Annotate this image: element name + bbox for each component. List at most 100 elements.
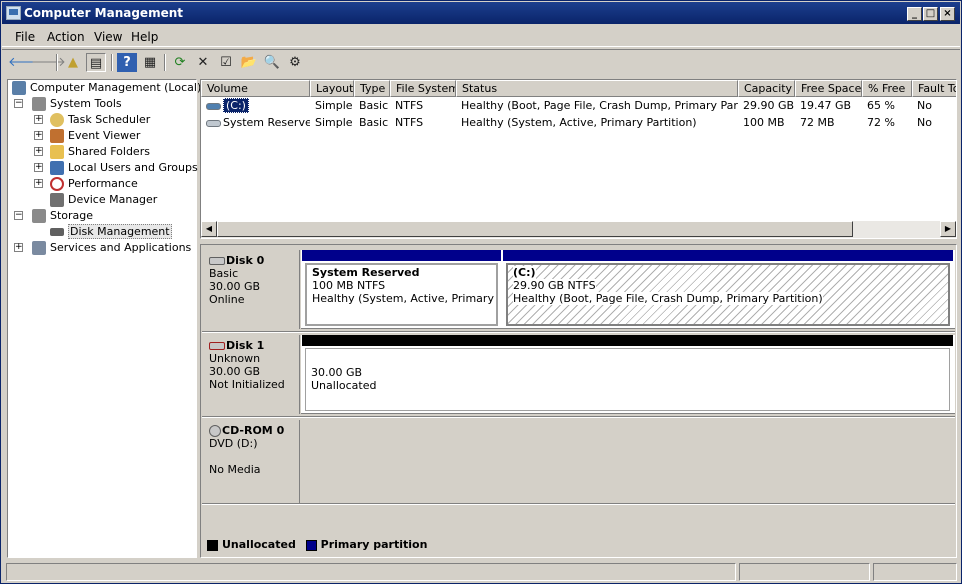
- settings-icon[interactable]: ⚙: [285, 53, 305, 72]
- back-arrow-icon[interactable]: 🡐: [8, 53, 43, 72]
- disk-icon: [209, 257, 225, 265]
- volume-name: (C:): [223, 98, 249, 113]
- menu-bar: File Action View Help: [2, 27, 960, 47]
- partition-unallocated[interactable]: 30.00 GB Unallocated: [302, 335, 953, 413]
- disk-label[interactable]: CD-ROM 0 DVD (D:) No Media: [202, 420, 300, 504]
- expand-icon[interactable]: +: [34, 147, 43, 156]
- open-icon[interactable]: 📂: [239, 53, 259, 72]
- storage-icon: [32, 209, 46, 223]
- file-system-cell: NTFS: [395, 116, 424, 129]
- computer-icon: [12, 81, 26, 95]
- capacity-cell: 100 MB: [743, 116, 785, 129]
- layout-cell: Simple: [315, 116, 353, 129]
- disk-row-cdrom: CD-ROM 0 DVD (D:) No Media: [202, 420, 955, 504]
- computer-management-icon: [6, 6, 21, 20]
- expand-icon[interactable]: +: [34, 163, 43, 172]
- status-cell: Healthy (Boot, Page File, Crash Dump, Pr…: [461, 99, 738, 112]
- column-header-fault-tolerance[interactable]: Fault To: [912, 80, 956, 97]
- clock-icon: [50, 113, 64, 127]
- tree-item-local-users-and-groups[interactable]: + Local Users and Groups: [32, 160, 198, 176]
- column-header-status[interactable]: Status: [456, 80, 738, 97]
- free-space-cell: 19.47 GB: [800, 99, 852, 112]
- tree-item-task-scheduler[interactable]: + Task Scheduler: [32, 112, 150, 128]
- performance-icon: [50, 177, 64, 191]
- expand-icon[interactable]: +: [34, 131, 43, 140]
- volume-list: Volume Layout Type File System Status Ca…: [200, 79, 957, 239]
- tree-item-performance[interactable]: + Performance: [32, 176, 138, 192]
- column-header-type[interactable]: Type: [354, 80, 390, 97]
- partition-bar: [302, 250, 501, 261]
- delete-icon[interactable]: ✕: [193, 53, 213, 72]
- status-bar: [2, 561, 960, 583]
- window-title: Computer Management: [24, 6, 183, 20]
- column-header-percent-free[interactable]: % Free: [862, 80, 912, 97]
- partition-bar: [302, 335, 953, 346]
- expand-icon[interactable]: +: [14, 243, 23, 252]
- up-folder-icon[interactable]: ▲: [63, 53, 83, 72]
- navigation-tree: Computer Management (Local) − System Too…: [7, 79, 201, 558]
- partition-system-reserved[interactable]: System Reserved 100 MB NTFS Healthy (Sys…: [302, 250, 501, 328]
- layout-cell: Simple: [315, 99, 353, 112]
- status-panel: [873, 563, 957, 581]
- file-system-cell: NTFS: [395, 99, 424, 112]
- fault-tolerance-cell: No: [917, 116, 932, 129]
- tree-item-disk-management[interactable]: Disk Management: [32, 224, 172, 240]
- menu-view[interactable]: View: [94, 30, 122, 44]
- horizontal-scrollbar[interactable]: ◀ ▶: [201, 221, 956, 238]
- menu-file[interactable]: File: [15, 30, 35, 44]
- status-cell: Healthy (System, Active, Primary Partiti…: [461, 116, 697, 129]
- disk-row-1: Disk 1 Unknown 30.00 GB Not Initialized …: [202, 335, 955, 414]
- disk-label[interactable]: Disk 0 Basic 30.00 GB Online: [202, 250, 300, 329]
- tree-item-device-manager[interactable]: Device Manager: [32, 192, 157, 208]
- shared-folder-icon: [50, 145, 64, 159]
- show-hide-tree-icon[interactable]: ▤: [86, 53, 106, 72]
- free-space-cell: 72 MB: [800, 116, 835, 129]
- scroll-left-icon[interactable]: ◀: [201, 221, 217, 237]
- refresh-icon[interactable]: ⟳: [170, 53, 190, 72]
- menu-help[interactable]: Help: [131, 30, 158, 44]
- scroll-right-icon[interactable]: ▶: [940, 221, 956, 237]
- cd-rom-icon: [209, 425, 221, 437]
- tree-item-shared-folders[interactable]: + Shared Folders: [32, 144, 150, 160]
- disk-graphical-view: Disk 0 Basic 30.00 GB Online System Rese…: [200, 244, 957, 558]
- disk-label[interactable]: Disk 1 Unknown 30.00 GB Not Initialized: [202, 335, 300, 414]
- disk-management-icon: [50, 228, 64, 236]
- search-icon[interactable]: 🔍: [262, 53, 282, 72]
- tree-item-computer-management[interactable]: Computer Management (Local): [12, 80, 201, 96]
- minimize-button[interactable]: _: [907, 7, 922, 21]
- device-manager-icon: [50, 193, 64, 207]
- tree-item-system-tools[interactable]: − System Tools: [12, 96, 122, 112]
- forward-arrow-icon[interactable]: 🡒: [31, 53, 66, 72]
- properties-pane-icon[interactable]: ▦: [140, 53, 160, 72]
- maximize-button[interactable]: □: [923, 7, 938, 21]
- disk-row-0: Disk 0 Basic 30.00 GB Online System Rese…: [202, 250, 955, 329]
- expand-icon[interactable]: +: [34, 179, 43, 188]
- scrollbar-thumb[interactable]: [217, 221, 853, 237]
- tree-item-event-viewer[interactable]: + Event Viewer: [32, 128, 140, 144]
- close-button[interactable]: ×: [940, 7, 955, 21]
- primary-partition-swatch: [305, 539, 317, 551]
- expand-icon[interactable]: +: [34, 115, 43, 124]
- volume-icon: [206, 119, 221, 127]
- volume-name: System Reserved: [223, 116, 310, 129]
- title-bar[interactable]: Computer Management _ □ ×: [2, 2, 960, 24]
- collapse-icon[interactable]: −: [14, 211, 23, 220]
- properties-icon[interactable]: ☑: [216, 53, 236, 72]
- tree-item-services-and-applications[interactable]: + Services and Applications: [12, 240, 191, 256]
- column-header-capacity[interactable]: Capacity: [738, 80, 795, 97]
- tree-item-storage[interactable]: − Storage: [12, 208, 93, 224]
- computer-management-window: Computer Management _ □ × File Action Vi…: [0, 0, 962, 584]
- column-header-file-system[interactable]: File System: [390, 80, 456, 97]
- services-icon: [32, 241, 46, 255]
- column-header-free-space[interactable]: Free Space: [795, 80, 862, 97]
- fault-tolerance-cell: No: [917, 99, 932, 112]
- legend: Unallocated Primary partition: [202, 533, 955, 557]
- column-header-layout[interactable]: Layout: [310, 80, 354, 97]
- column-header-volume[interactable]: Volume: [201, 80, 310, 97]
- partition-c-drive[interactable]: (C:) 29.90 GB NTFS Healthy (Boot, Page F…: [503, 250, 953, 328]
- menu-action[interactable]: Action: [47, 30, 85, 44]
- collapse-icon[interactable]: −: [14, 99, 23, 108]
- status-panel: [739, 563, 870, 581]
- help-icon[interactable]: ?: [117, 53, 137, 72]
- status-panel: [6, 563, 736, 581]
